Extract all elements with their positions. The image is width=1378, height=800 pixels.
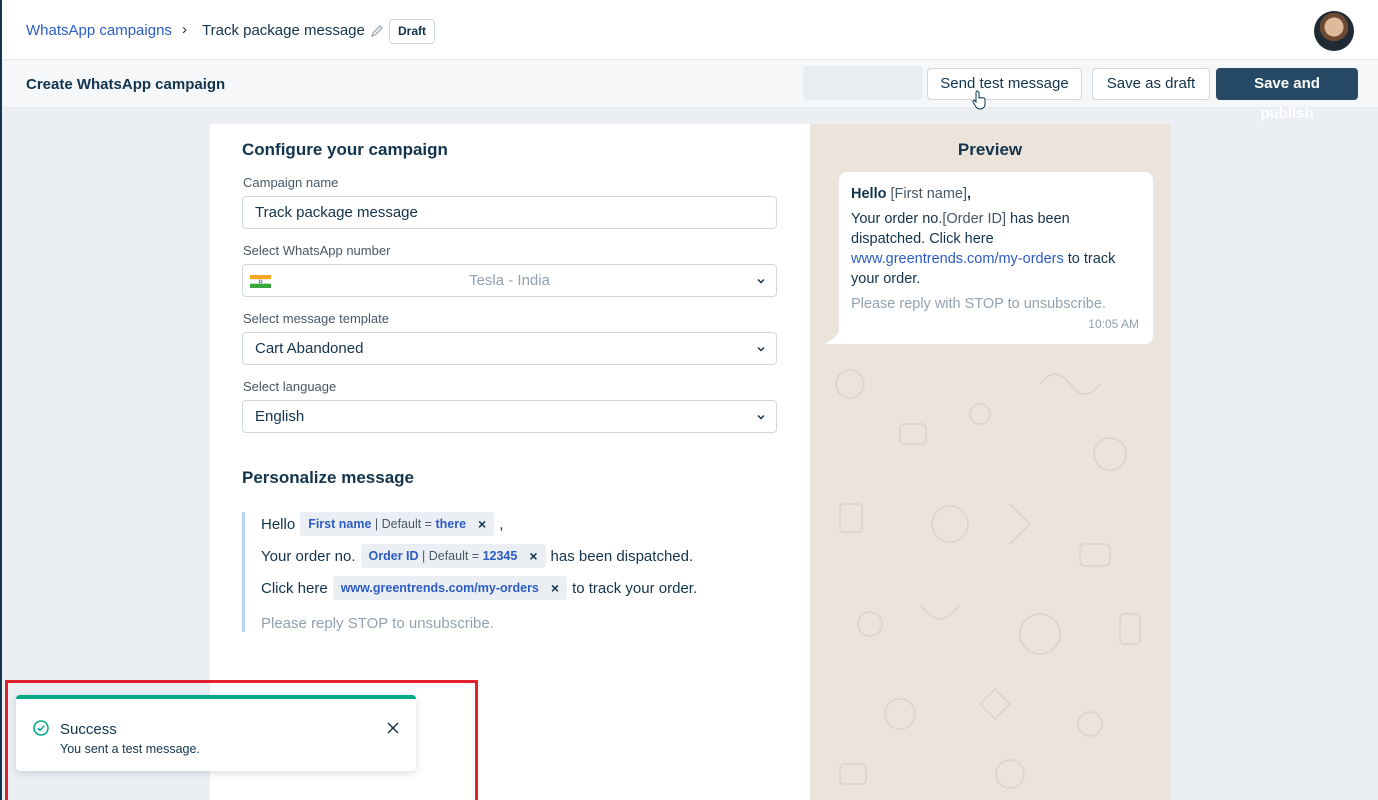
close-icon[interactable]: ×: [551, 580, 559, 596]
close-icon[interactable]: [386, 721, 400, 735]
status-badge: Draft: [389, 19, 436, 44]
order-suffix-text: has been dispatched.: [550, 547, 694, 565]
campaign-name-input[interactable]: Track package message: [242, 196, 777, 229]
save-as-draft-button[interactable]: Save as draft: [1092, 68, 1210, 100]
tag-field: Order ID: [368, 549, 419, 563]
whatsapp-number-label: Select WhatsApp number: [243, 243, 391, 258]
preview-unsubscribe: Please reply with STOP to unsubscribe.: [851, 296, 1106, 312]
language-value: English: [255, 408, 305, 425]
placeholder-button: [803, 66, 923, 100]
first-name-tag[interactable]: First name | Default = there ×: [300, 512, 495, 536]
chevron-down-icon: [757, 346, 765, 352]
edit-icon[interactable]: [370, 24, 384, 38]
preview-greeting-var: [First name]: [890, 186, 968, 202]
breadcrumb-separator: ›: [182, 21, 187, 38]
toast-message: You sent a test message.: [60, 742, 200, 756]
tag-field: First name: [308, 517, 372, 531]
tag-link: www.greentrends.com/my-orders: [340, 581, 539, 595]
campaign-title: Track package message: [202, 22, 365, 39]
preview-panel: Preview Hello [First name], Your order n…: [810, 124, 1170, 800]
order-prefix-text: Your order no.: [261, 547, 356, 565]
language-label: Select language: [243, 379, 337, 394]
message-line-link: Click here www.greentrends.com/my-orders…: [261, 576, 697, 600]
tag-default-value: there: [435, 517, 467, 531]
send-test-message-button[interactable]: Send test message: [927, 68, 1082, 100]
message-template-value: Cart Abandoned: [255, 340, 364, 357]
message-preview-bubble: Hello [First name], Your order no.[Order…: [839, 172, 1153, 344]
success-toast: Success You sent a test message.: [16, 695, 416, 771]
save-and-publish-button[interactable]: Save and publish: [1216, 68, 1358, 122]
link-tag[interactable]: www.greentrends.com/my-orders ×: [332, 576, 568, 600]
personalize-section-title: Personalize message: [242, 468, 414, 487]
message-line-greeting: Hello First name | Default = there × ,: [261, 512, 503, 536]
greeting-suffix: ,: [499, 515, 504, 533]
preview-greeting: Hello: [851, 186, 887, 202]
page-title: Create WhatsApp campaign: [26, 76, 226, 93]
close-icon[interactable]: ×: [529, 548, 537, 564]
check-circle-icon: [33, 720, 49, 736]
language-select[interactable]: English: [242, 400, 777, 433]
preview-title: Preview: [957, 140, 1023, 159]
tag-default-label: | Default =: [371, 517, 436, 531]
whatsapp-number-value: Tesla - India: [469, 272, 550, 289]
close-icon[interactable]: ×: [478, 516, 486, 532]
preview-body-prefix: Your order no.: [851, 211, 943, 227]
message-template-select[interactable]: Cart Abandoned: [242, 332, 777, 365]
message-template-label: Select message template: [243, 311, 389, 326]
sub-header: Create WhatsApp campaign Send test messa…: [2, 60, 1378, 122]
tag-default-value: 12345: [482, 549, 518, 563]
preview-timestamp: 10:05 AM: [1088, 317, 1139, 331]
preview-greeting-suffix: ,: [967, 186, 972, 202]
preview-body-var: [Order ID]: [942, 211, 1007, 227]
avatar[interactable]: [1314, 11, 1354, 51]
toast-title: Success: [60, 721, 117, 738]
message-line-order: Your order no. Order ID | Default = 1234…: [261, 544, 693, 568]
top-header: WhatsApp campaigns › Track package messa…: [2, 0, 1378, 60]
unsubscribe-text: Please reply STOP to unsubscribe.: [261, 615, 494, 632]
breadcrumb-whatsapp-campaigns[interactable]: WhatsApp campaigns: [26, 22, 172, 39]
order-id-tag[interactable]: Order ID | Default = 12345 ×: [360, 544, 546, 568]
campaign-name-label: Campaign name: [243, 175, 339, 190]
app-left-edge: [0, 0, 2, 800]
greeting-text: Hello: [261, 515, 296, 533]
link-suffix-text: to track your order.: [572, 579, 698, 597]
tag-default-label: | Default =: [418, 549, 483, 563]
chevron-down-icon: [757, 278, 765, 284]
configure-section-title: Configure your campaign: [242, 140, 448, 159]
whatsapp-number-select[interactable]: Tesla - India: [242, 264, 777, 297]
link-prefix-text: Click here: [261, 579, 328, 597]
preview-link[interactable]: www.greentrends.com/my-orders: [851, 251, 1064, 267]
chevron-down-icon: [757, 414, 765, 420]
cursor-icon: [972, 90, 986, 110]
message-editor[interactable]: Hello First name | Default = there × , Y…: [242, 512, 742, 632]
